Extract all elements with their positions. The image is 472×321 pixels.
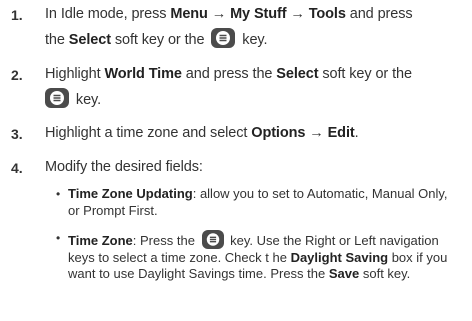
step-number: 4. [11,160,23,176]
bullet-symbol: • [56,231,61,245]
select-label: Select [68,31,111,48]
step-text: Highlight World Time and press the Selec… [45,66,412,108]
select-key-icon [45,87,69,108]
edit-label: Edit [327,125,355,141]
save-label: Save [328,266,360,281]
step-text: In Idle mode, press Menu → My Stuff → To… [45,6,413,48]
bullet-text: Time Zone Updating: allow you to set to … [68,186,448,218]
my-stuff-label: My Stuff [230,6,287,22]
select-label: Select [276,66,319,82]
select-key-icon [201,230,224,249]
world-time-label: World Time [104,66,182,82]
bullet-symbol: • [56,187,61,201]
daylight-saving-label: Daylight Saving [290,249,389,265]
step-text: Highlight a time zone and select Options… [45,125,359,141]
step-number: 2. [11,67,23,83]
instruction-page: 1. In Idle mode, press Menu → My Stuff →… [0,0,472,321]
step-number: 3. [11,126,23,142]
options-label: Options [251,125,306,141]
step-number: 1. [11,7,23,23]
bullet-text: Time Zone: Press the key. Use the Right … [68,230,468,283]
step-text: Modify the desired fields: [45,159,203,175]
time-zone-label: Time Zone [68,233,133,248]
time-zone-updating-label: Time Zone Updating [68,186,193,201]
select-key-icon [211,27,236,48]
tools-label: Tools [308,6,346,22]
menu-label: Menu [170,6,208,22]
